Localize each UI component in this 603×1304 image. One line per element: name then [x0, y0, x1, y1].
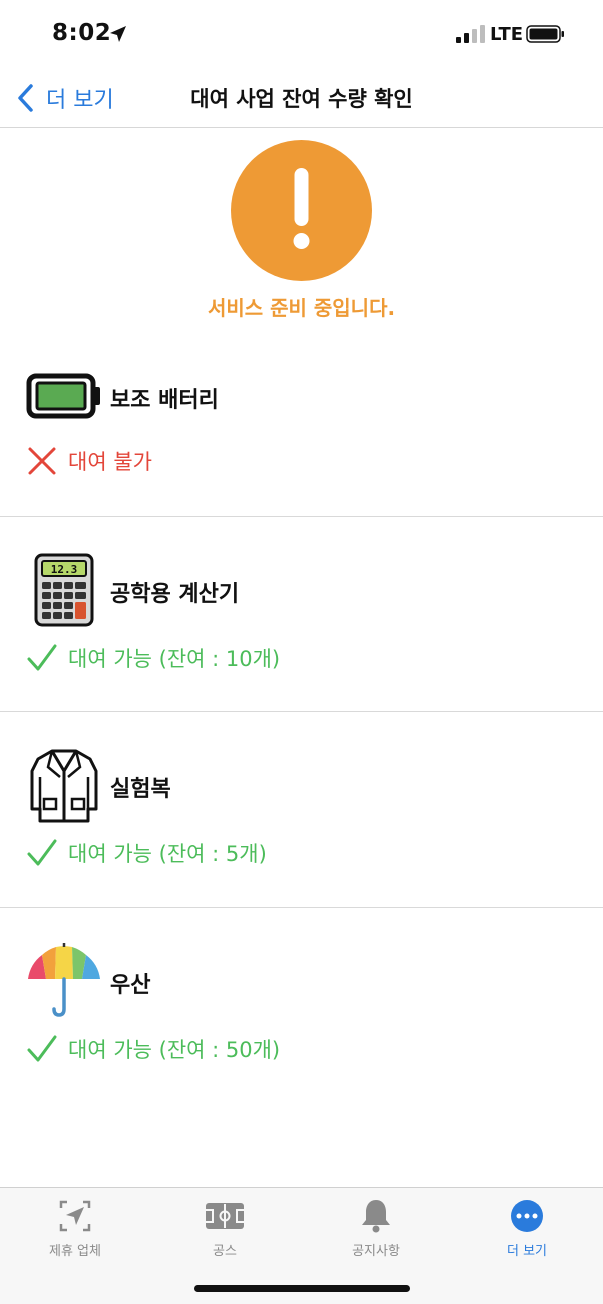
item-name: 우산 — [110, 973, 151, 998]
battery-pack-icon — [26, 373, 100, 419]
lab-coat-icon — [30, 749, 98, 823]
screen: 8:02 LTE 더 보기 대여 사업 잔여 수량 확인 서비스 준비 중입니다… — [0, 0, 603, 1304]
status-bar: 8:02 LTE — [0, 0, 603, 70]
rental-status: 대여 가능 (잔여 : 50개) — [26, 1033, 280, 1065]
check-mark-icon — [27, 1035, 57, 1062]
item-name: 공학용 계산기 — [110, 582, 240, 607]
rental-item-calculator: 12.3 공학용 계산기 대여 가능 (잔여 : 10개) — [0, 516, 603, 712]
location-arrow-icon — [110, 26, 126, 42]
check-mark-icon — [27, 644, 57, 671]
exclamation-icon — [231, 140, 372, 281]
calculator-display: 12.3 — [51, 563, 78, 576]
network-type: LTE — [490, 24, 524, 45]
bell-icon — [362, 1200, 390, 1233]
tab-notices[interactable]: 공지사항 — [301, 1198, 451, 1259]
rental-status-text: 대여 불가 — [68, 450, 152, 474]
home-indicator[interactable] — [194, 1285, 410, 1292]
rental-status: 대여 가능 (잔여 : 5개) — [26, 837, 267, 869]
location-scan-icon — [59, 1200, 91, 1232]
x-mark-icon — [28, 447, 56, 475]
tab-label: 공스 — [213, 1244, 237, 1259]
battery-icon — [526, 25, 564, 43]
rental-item-battery: 보조 배터리 대여 불가 — [0, 320, 603, 516]
rental-status-text: 대여 가능 (잔여 : 50개) — [68, 1038, 281, 1062]
umbrella-icon — [28, 943, 100, 1017]
rental-status-text: 대여 가능 (잔여 : 5개) — [68, 842, 267, 866]
rental-item-umbrella: 우산 대여 가능 (잔여 : 50개) — [0, 907, 603, 1103]
tab-label: 공지사항 — [352, 1244, 400, 1259]
tab-more[interactable]: 더 보기 — [452, 1198, 602, 1259]
tab-label: 더 보기 — [506, 1244, 547, 1259]
signal-icon — [456, 25, 485, 43]
rental-status: 대여 불가 — [26, 445, 152, 477]
page-title: 대여 사업 잔여 수량 확인 — [190, 87, 413, 111]
more-icon — [511, 1200, 543, 1232]
tab-label: 제휴 업체 — [49, 1244, 101, 1259]
tab-field[interactable]: 공스 — [150, 1198, 300, 1259]
rental-status-text: 대여 가능 (잔여 : 10개) — [68, 647, 281, 671]
item-name: 보조 배터리 — [110, 388, 219, 413]
check-mark-icon — [27, 839, 57, 866]
field-icon — [206, 1203, 244, 1229]
rental-item-lab-coat: 실험복 대여 가능 (잔여 : 5개) — [0, 711, 603, 907]
navigation-bar: 더 보기 대여 사업 잔여 수량 확인 — [0, 70, 603, 128]
rental-status: 대여 가능 (잔여 : 10개) — [26, 642, 280, 674]
tab-partners[interactable]: 제휴 업체 — [0, 1198, 150, 1259]
calculator-icon: 12.3 — [34, 553, 94, 627]
notice-message: 서비스 준비 중입니다. — [207, 296, 396, 320]
status-time: 8:02 — [52, 20, 112, 46]
item-name: 실험복 — [110, 777, 171, 802]
